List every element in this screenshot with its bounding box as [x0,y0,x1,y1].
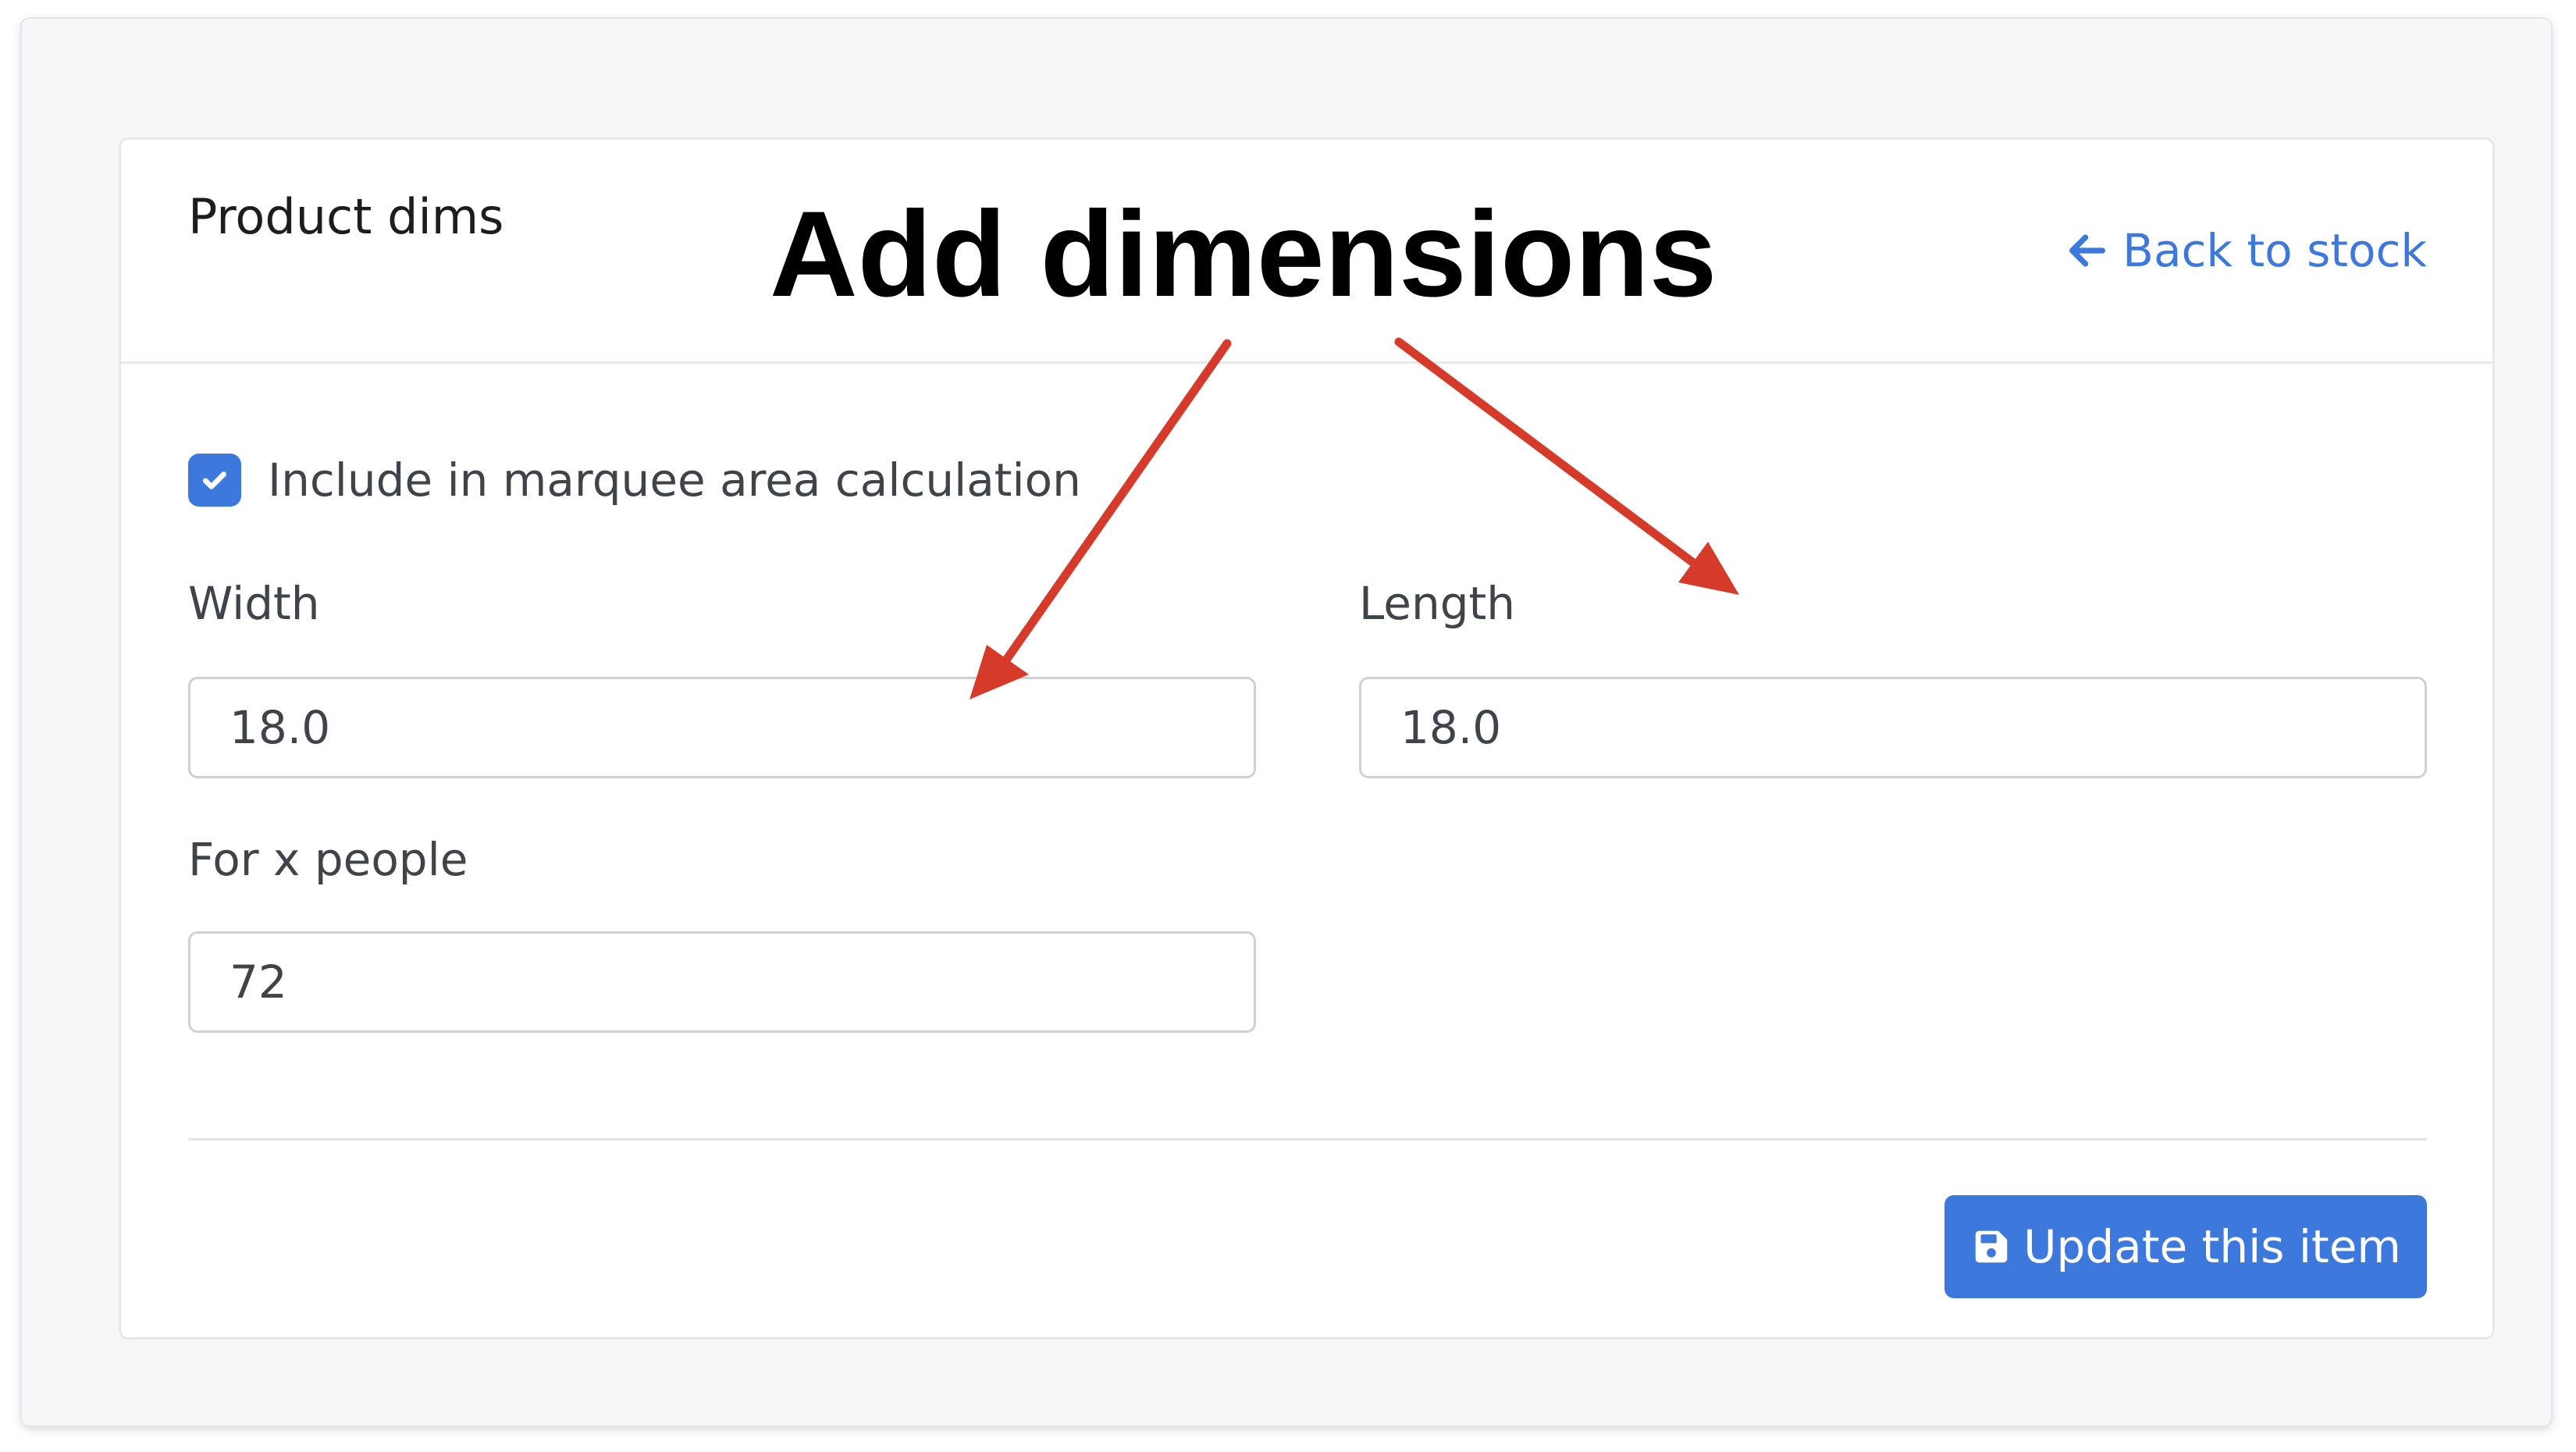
update-item-button[interactable]: Update this item [1944,1195,2427,1298]
width-label: Width [188,577,320,630]
update-item-label: Update this item [2023,1220,2401,1273]
include-marquee-checkbox-row: Include in marquee area calculation [188,454,1081,507]
length-input[interactable] [1359,677,2427,778]
annotation-title: Add dimensions [770,187,1717,322]
back-link-label: Back to stock [2122,224,2427,277]
arrow-left-icon [2065,228,2110,273]
check-icon [199,464,230,496]
include-marquee-checkbox[interactable] [188,454,241,507]
width-input[interactable] [188,677,1256,778]
back-to-stock-link[interactable]: Back to stock [2065,224,2427,277]
length-label: Length [1359,577,1516,630]
page-title: Product dims [188,188,504,245]
floppy-disk-icon [1970,1226,2012,1268]
form-divider [188,1138,2427,1141]
people-input[interactable] [188,931,1256,1033]
include-marquee-label: Include in marquee area calculation [268,454,1081,507]
people-label: For x people [188,833,468,886]
